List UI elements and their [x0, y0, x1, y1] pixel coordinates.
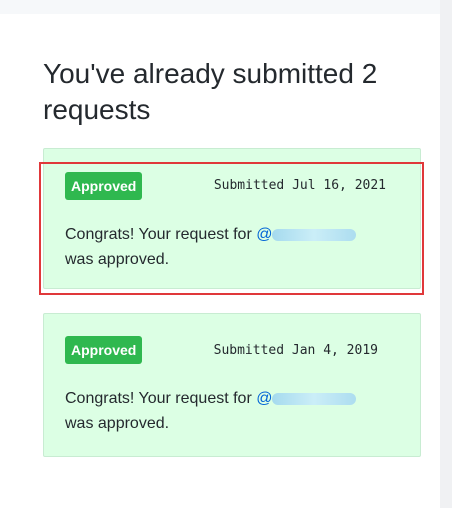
message-prefix: Congrats! Your request for — [65, 390, 252, 407]
username-mention-link[interactable]: @ — [256, 226, 357, 243]
request-message: Congrats! Your request for @ was approve… — [65, 222, 395, 272]
request-card: Approved Submitted Jan 4, 2019 Congrats!… — [43, 313, 421, 457]
redacted-username — [272, 392, 357, 405]
submitted-date: Submitted Jan 4, 2019 — [213, 343, 378, 358]
message-suffix: was approved. — [65, 251, 170, 268]
message-prefix: Congrats! Your request for — [65, 226, 252, 243]
message-suffix: was approved. — [65, 415, 170, 432]
right-scroll-gutter — [440, 0, 452, 508]
request-message: Congrats! Your request for @ was approve… — [65, 386, 395, 436]
status-badge: Approved — [65, 336, 143, 364]
page-heading: You've already submitted 2 requests — [43, 58, 378, 125]
redacted-username — [272, 228, 357, 241]
top-background-strip — [0, 0, 440, 14]
submitted-date: Submitted Jul 16, 2021 — [213, 178, 386, 193]
username-mention-link[interactable]: @ — [256, 390, 357, 407]
status-badge: Approved — [65, 172, 143, 200]
request-card: Approved Submitted Jul 16, 2021 Congrats… — [43, 148, 421, 289]
